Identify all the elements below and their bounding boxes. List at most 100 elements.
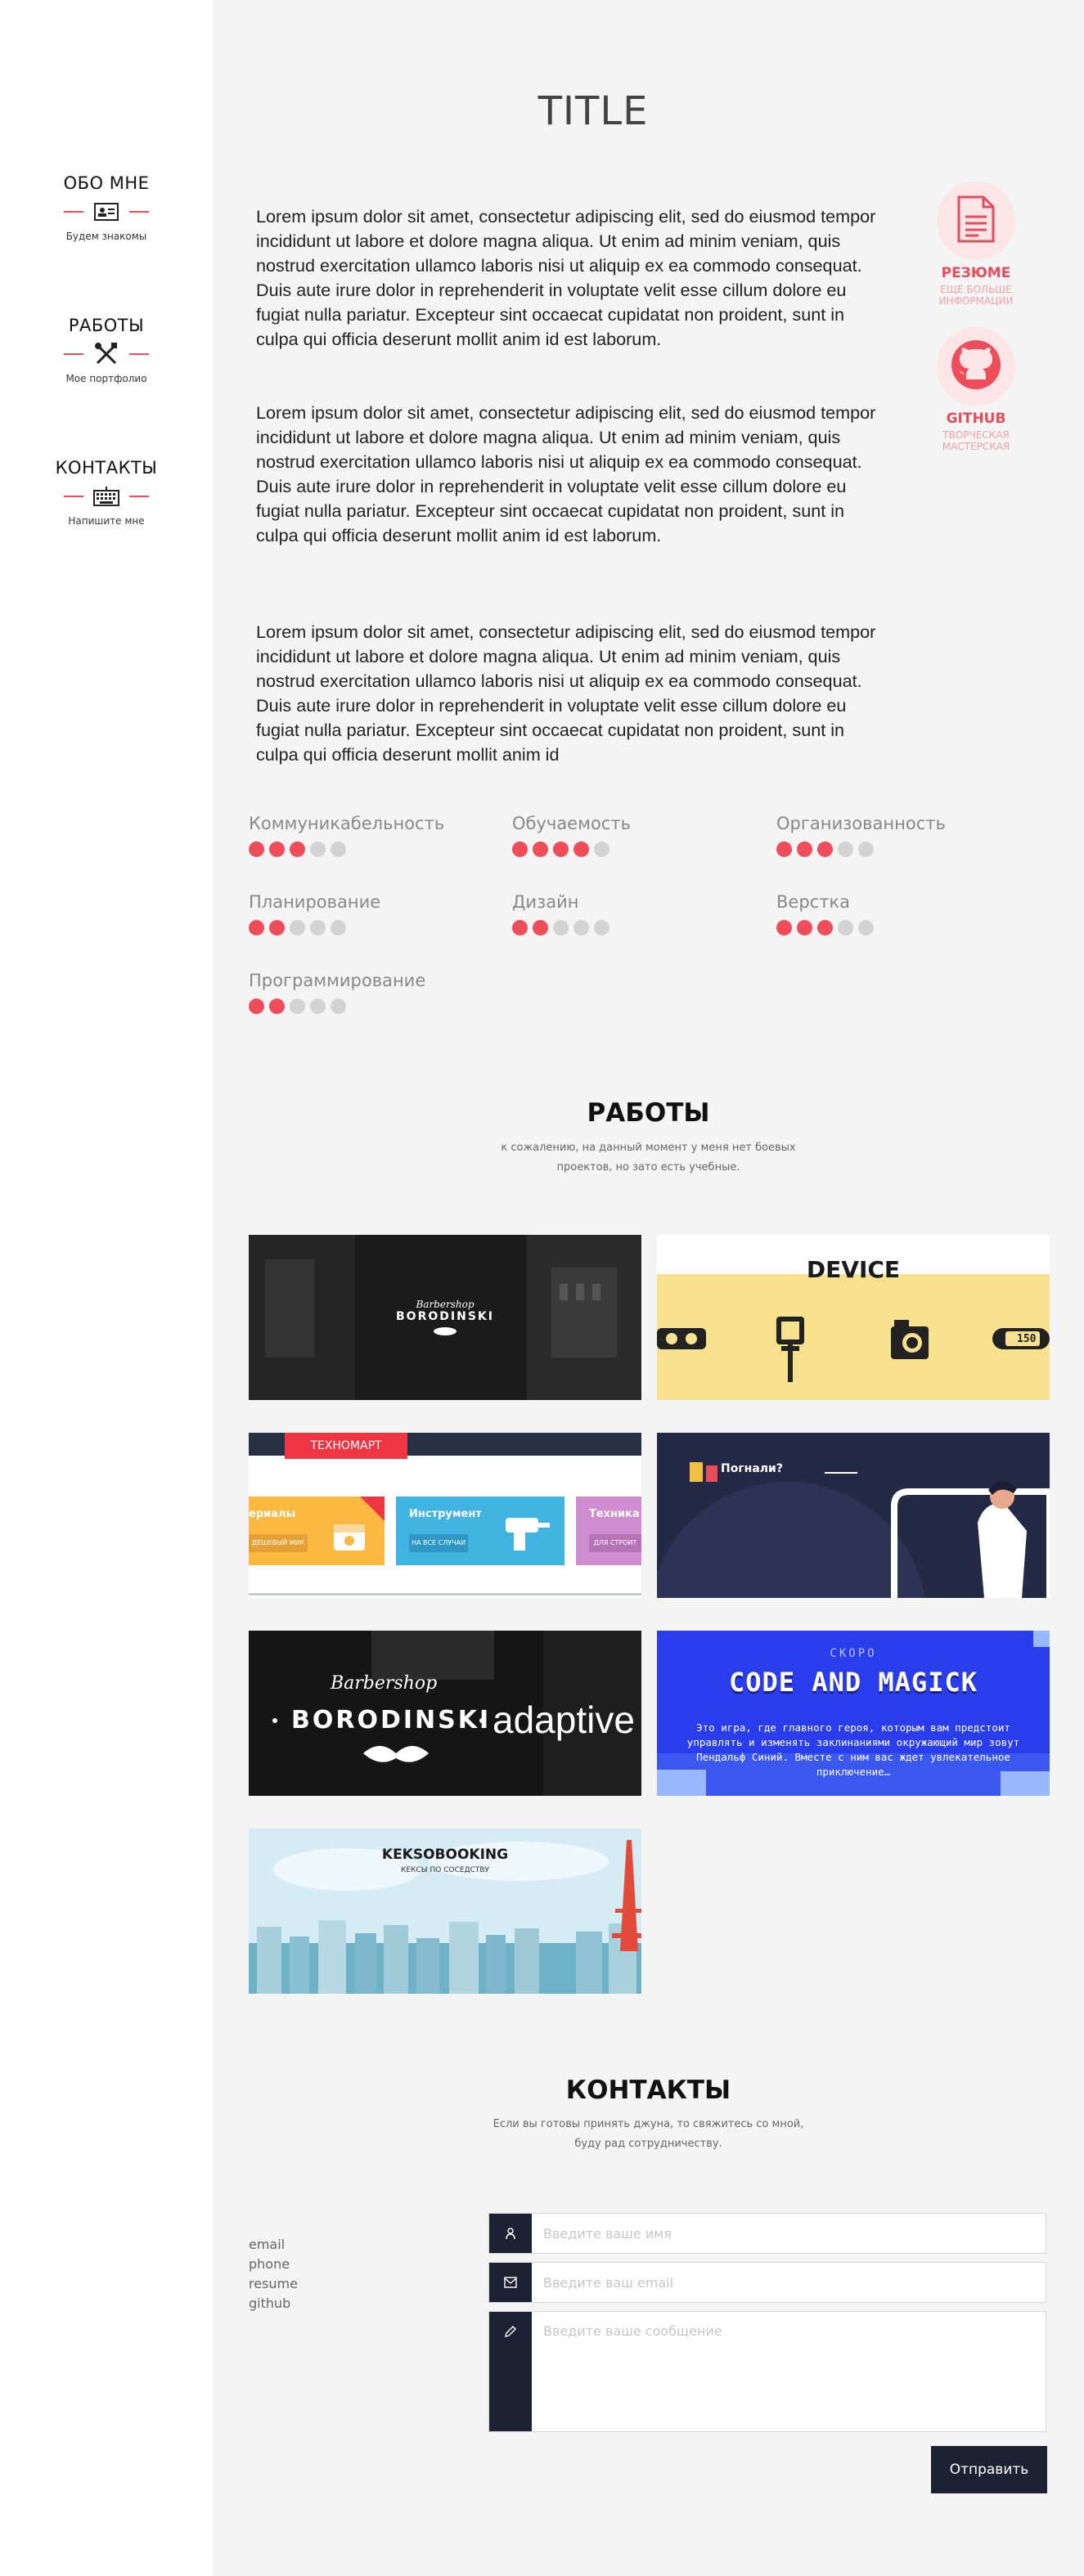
vr-headset-icon: [657, 1325, 708, 1357]
rating-dot-filled: [776, 920, 792, 936]
project-pognali[interactable]: Погнали?: [657, 1433, 1050, 1598]
nav-subtitle: Напишите мне: [68, 515, 145, 527]
resume-title: РЕЗЮМЕ: [941, 265, 1011, 281]
rating-dot-empty: [573, 920, 589, 936]
resume-circle: [937, 182, 1015, 260]
rating-dot-filled: [817, 920, 833, 936]
nav-title: ОБО МНЕ: [63, 173, 150, 193]
github-link[interactable]: github: [249, 2294, 298, 2313]
skill-name: Программирование: [249, 971, 426, 990]
rating-dot-empty: [331, 999, 346, 1014]
skill-name: Обучаемость: [512, 814, 631, 833]
rating-dot-filled: [269, 841, 285, 857]
skill-rating: [776, 920, 1022, 936]
skill-rating: [249, 920, 494, 936]
rating-dot-empty: [838, 920, 853, 936]
rating-dot-filled: [249, 999, 264, 1014]
category-title: ериалы: [249, 1508, 296, 1520]
divider: [129, 496, 149, 497]
skill-planning: Планирование: [249, 892, 494, 936]
action-camera-icon: [889, 1320, 932, 1365]
message-input[interactable]: [532, 2312, 1046, 2431]
nav-decoration: [0, 486, 213, 507]
project-name: KEKSOBOOKING: [381, 1847, 509, 1863]
submit-button[interactable]: Отправить: [931, 2446, 1047, 2493]
rating-dot-filled: [249, 841, 264, 857]
keyboard-icon: [92, 486, 121, 507]
rating-dot-filled: [776, 841, 792, 857]
name-field: [488, 2213, 1046, 2254]
rating-dot-filled: [290, 841, 305, 857]
rating-dot-empty: [838, 841, 853, 857]
main-content: TITLE Lorem ipsum dolor sit amet, consec…: [213, 0, 1084, 2576]
nav-item-contacts[interactable]: КОНТАКТЫ Напишите мне: [0, 458, 213, 527]
contacts-subtitle-line: Если вы готовы принять джуна, то свяжите…: [493, 2118, 804, 2130]
rating-dot-filled: [797, 841, 812, 857]
nav-item-works[interactable]: РАБОТЫ Мое портфолио: [0, 316, 213, 384]
fitness-band-value: 150: [1017, 1333, 1037, 1345]
rating-dot-empty: [310, 999, 326, 1014]
rating-dot-empty: [553, 920, 569, 936]
skill-name: Верстка: [776, 892, 850, 912]
skill-name: Планирование: [249, 892, 381, 912]
skill-communication: Коммуникабельность: [249, 814, 494, 857]
name-input[interactable]: [532, 2214, 1046, 2253]
divider: [64, 496, 83, 497]
rating-dot-filled: [573, 841, 589, 857]
github-title: GITHUB: [946, 411, 1006, 427]
id-card-icon: [92, 201, 121, 222]
rating-dot-empty: [331, 841, 346, 857]
rating-dot-empty: [594, 841, 609, 857]
skill-name: Организованность: [776, 814, 946, 833]
divider: [64, 353, 83, 355]
project-suffix: adaptive: [493, 1699, 635, 1741]
github-subtitle: ТВОРЧЕСКАЯ МАСТЕРСКАЯ: [942, 429, 1010, 452]
project-technomart[interactable]: ТЕХНОМАРТ ериалы ДЕШЕВЫЙ МИК Инструмент …: [249, 1433, 641, 1598]
project-device[interactable]: DEVICE 150: [657, 1235, 1050, 1400]
project-name: BORODINSKI: [291, 1706, 492, 1735]
rating-dot-filled: [269, 920, 285, 936]
nav-decoration: [0, 343, 213, 365]
skill-rating: [512, 841, 758, 857]
resume-link[interactable]: РЕЗЮМЕ ЕЩЕ БОЛЬШЕ ИНФОРМАЦИИ: [923, 182, 1029, 307]
rating-dot-empty: [290, 999, 305, 1014]
nav-subtitle: Мое портфолио: [65, 373, 147, 384]
skill-design: Дизайн: [512, 892, 758, 936]
rating-dot-empty: [331, 920, 346, 936]
works-subtitle-line: проектов, но зато есть учебные.: [556, 1161, 740, 1174]
rating-dot-empty: [310, 920, 326, 936]
project-name: BORODINSKI: [396, 1310, 494, 1323]
project-barbershop-adaptive[interactable]: Barbershop BORODINSKI adaptive: [249, 1631, 641, 1796]
project-script: Barbershop: [416, 1299, 475, 1310]
rating-dot-filled: [553, 841, 569, 857]
rating-dot-empty: [858, 841, 874, 857]
project-brand: ТЕХНОМАРТ: [285, 1433, 407, 1459]
resume-link[interactable]: resume: [249, 2274, 298, 2294]
about-paragraph: Lorem ipsum dolor sit amet, consectetur …: [256, 622, 876, 765]
phone-link[interactable]: phone: [249, 2255, 298, 2274]
project-name: DEVICE: [806, 1256, 901, 1283]
project-barbershop[interactable]: Barbershop BORODINSKI: [249, 1235, 641, 1400]
project-keksobooking[interactable]: KEKSOBOOKING КЕКСЫ ПО СОСЕДСТВУ: [249, 1829, 641, 1994]
works-subtitle-line: к сожалению, на данный момент у меня нет…: [501, 1142, 796, 1154]
divider: [64, 211, 83, 213]
rating-dot-empty: [858, 920, 874, 936]
rating-dot-empty: [594, 920, 609, 936]
nav-title: РАБОТЫ: [68, 316, 145, 335]
works-title: РАБОТЫ: [587, 1098, 710, 1128]
email-field: [488, 2262, 1046, 2303]
nav-item-about[interactable]: ОБО МНЕ Будем знакомы: [0, 173, 213, 242]
email-input[interactable]: [532, 2263, 1046, 2302]
contacts-subtitle-line: буду рад сотрудничеству.: [574, 2138, 722, 2150]
contacts-title: КОНТАКТЫ: [565, 2076, 731, 2105]
project-code-and-magick[interactable]: СКОРО CODE AND MAGICK Это игра, где глав…: [657, 1631, 1050, 1796]
sale-corner: [360, 1497, 385, 1521]
about-paragraph: Lorem ipsum dolor sit amet, consectetur …: [256, 402, 876, 545]
github-link[interactable]: GITHUB ТВОРЧЕСКАЯ МАСТЕРСКАЯ: [923, 327, 1029, 452]
sidebar: ОБО МНЕ Будем знакомы РАБОТЫ Мое портфол…: [0, 0, 213, 2576]
page-title: TITLE: [538, 88, 649, 134]
selfie-stick-icon: [767, 1317, 814, 1386]
rating-dot-empty: [290, 920, 305, 936]
about-paragraph: Lorem ipsum dolor sit amet, consectetur …: [256, 206, 876, 349]
email-link[interactable]: email: [249, 2235, 298, 2255]
